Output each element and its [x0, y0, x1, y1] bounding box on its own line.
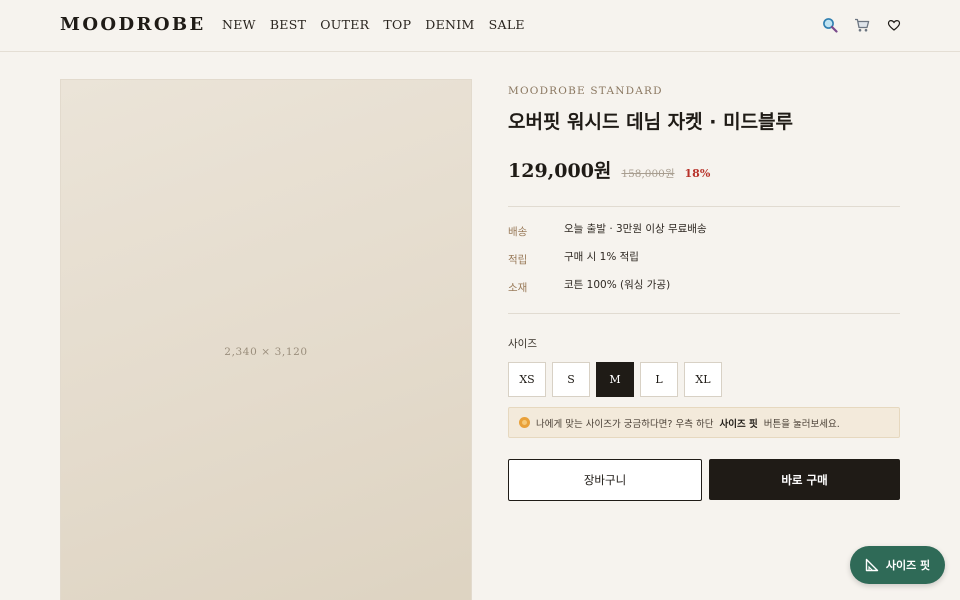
discount-rate: 18% [684, 167, 711, 180]
cart-icon[interactable] [854, 17, 870, 33]
size-option-l[interactable]: L [640, 362, 678, 397]
size-fit-button[interactable]: 사이즈 핏 [850, 546, 945, 584]
nav-denim[interactable]: DENIM [425, 17, 474, 32]
size-label: 사이즈 [508, 338, 537, 350]
spec-row-shipping: 배송 오늘 출발 · 3만원 이상 무료배송 [508, 221, 900, 241]
add-to-cart-button[interactable]: 장바구니 [508, 459, 702, 501]
spec-label: 배송 [508, 226, 528, 238]
size-option-s[interactable]: S [552, 362, 590, 397]
size-option-xl[interactable]: XL [684, 362, 722, 397]
buy-now-button[interactable]: 바로 구매 [709, 459, 900, 500]
spec-label: 소재 [508, 282, 528, 294]
search-icon[interactable] [822, 17, 838, 33]
image-dimensions-label: 2,340 × 3,120 [224, 346, 308, 358]
nav-outer[interactable]: OUTER [320, 17, 369, 32]
sale-price: 129,000원 [508, 160, 612, 182]
ruler-icon [865, 558, 879, 572]
price-row: 129,000원 158,000원 18% [508, 156, 710, 183]
divider [508, 313, 900, 314]
nav-new[interactable]: NEW [222, 17, 256, 32]
size-option-xs[interactable]: XS [508, 362, 546, 397]
product-title: 오버핏 워시드 데님 자켓 · 미드블루 [508, 111, 794, 133]
fit-note-text-end: 버튼을 눌러보세요. [763, 418, 840, 430]
site-header: MOODROBE NEW BEST OUTER TOP DENIM SALE [0, 0, 960, 52]
spec-value: 오늘 출발 · 3만원 이상 무료배송 [564, 223, 707, 235]
site-logo[interactable]: MOODROBE [60, 14, 206, 35]
divider [508, 206, 900, 207]
spec-value: 코튼 100% (워싱 가공) [564, 279, 671, 291]
size-option-m[interactable]: M [596, 362, 634, 397]
product-brand[interactable]: MOODROBE STANDARD [508, 85, 663, 97]
size-fit-notice: 나에게 맞는 사이즈가 궁금하다면? 우측 하단 사이즈 핏 버튼을 눌러보세요… [508, 407, 900, 438]
fit-note-text: 나에게 맞는 사이즈가 궁금하다면? 우측 하단 [536, 418, 714, 430]
nav-top[interactable]: TOP [383, 17, 411, 32]
size-options: XS S M L XL [508, 362, 722, 397]
spec-row-material: 소재 코튼 100% (워싱 가공) [508, 277, 900, 297]
heart-icon[interactable] [886, 17, 902, 33]
nav-best[interactable]: BEST [270, 17, 306, 32]
original-price: 158,000원 [621, 168, 675, 180]
spec-label: 적립 [508, 254, 528, 266]
header-actions [822, 17, 902, 33]
spec-row-points: 적립 구매 시 1% 적립 [508, 249, 900, 269]
size-fit-button-label: 사이즈 핏 [885, 559, 931, 572]
hint-icon [519, 417, 530, 428]
fit-note-highlight: 사이즈 핏 [719, 418, 758, 430]
product-image: 2,340 × 3,120 [60, 79, 472, 600]
main-nav: NEW BEST OUTER TOP DENIM SALE [222, 17, 525, 32]
nav-sale[interactable]: SALE [489, 17, 525, 32]
spec-value: 구매 시 1% 적립 [564, 251, 639, 263]
